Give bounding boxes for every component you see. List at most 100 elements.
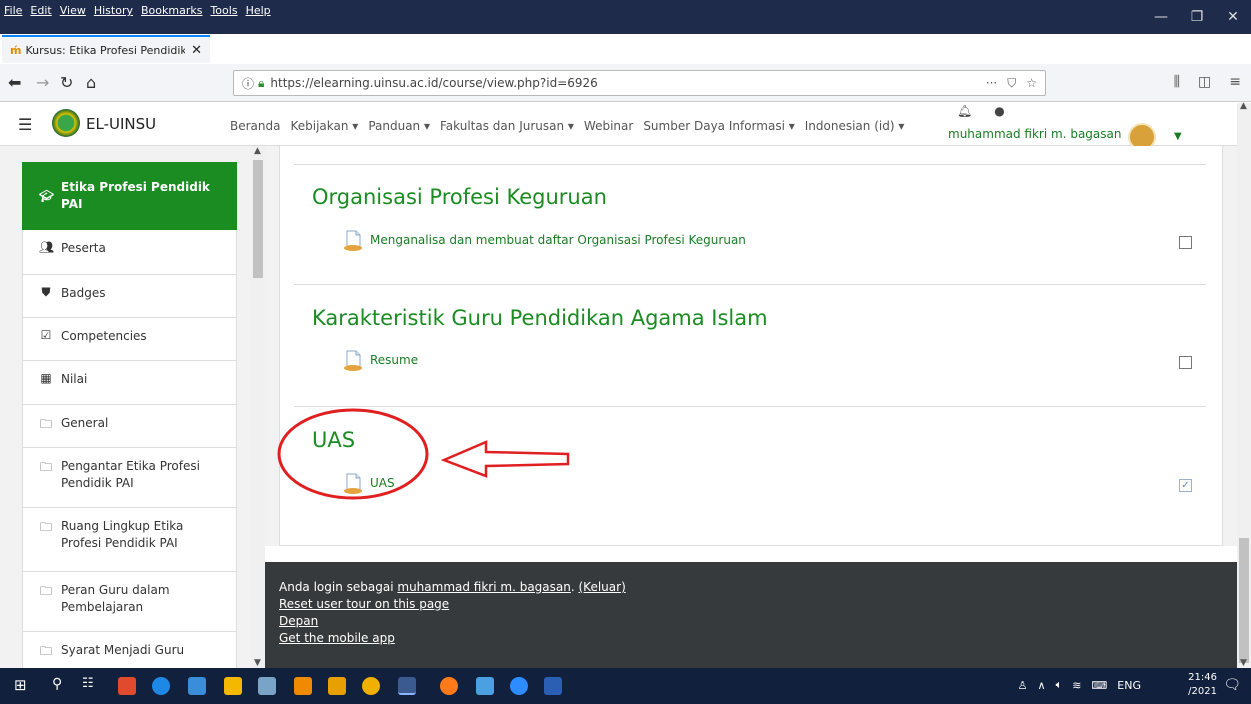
sidebar-toggle-icon[interactable]: ◫: [1198, 74, 1211, 90]
completion-checkbox-checked[interactable]: ✓: [1179, 479, 1192, 492]
completion-checkbox[interactable]: [1179, 356, 1192, 369]
windows-taskbar: ⊞ ⚲ ☷ ♙ ∧ 🔈︎ ≋ ⌨ ENG 21:46 /2021 🗨: [0, 668, 1251, 704]
language-indicator[interactable]: ENG: [1117, 679, 1141, 692]
close-icon[interactable]: ✕: [1215, 0, 1251, 34]
clock[interactable]: 21:46 /2021: [1188, 671, 1217, 699]
scroll-down-icon[interactable]: ▼: [254, 658, 261, 668]
scroll-down-icon[interactable]: ▼: [1240, 658, 1247, 668]
menu-bookmarks[interactable]: Bookmarks: [141, 4, 202, 17]
menu-language[interactable]: Indonesian (id) ▾: [805, 119, 905, 133]
star-icon[interactable]: ☆: [1026, 76, 1037, 91]
scroll-up-icon[interactable]: ▲: [1240, 101, 1247, 111]
menu-panduan[interactable]: Panduan ▾: [368, 119, 430, 133]
sidebar-item-syarat[interactable]: 🗀 Syarat Menjadi Guru: [22, 632, 237, 668]
user-name[interactable]: muhammad fikri m. bagasan: [948, 127, 1121, 141]
menu-history[interactable]: History: [94, 4, 133, 17]
menu-kebijakan[interactable]: Kebijakan ▾: [290, 119, 358, 133]
task-view-icon[interactable]: ☷: [82, 676, 94, 691]
new-tab-icon[interactable]: +: [218, 36, 233, 57]
menu-beranda[interactable]: Beranda: [230, 119, 280, 133]
sidebar-item-peserta[interactable]: 👥︎ Peserta: [22, 230, 237, 275]
vlc-icon[interactable]: [294, 677, 312, 695]
wifi-icon[interactable]: ≋: [1072, 679, 1081, 692]
tab-close-icon[interactable]: ✕: [191, 43, 202, 58]
firefox-icon[interactable]: [440, 677, 458, 695]
people-icon[interactable]: ♙: [1018, 679, 1028, 692]
browser-tab[interactable]: ḿ Kursus: Etika Profesi Pendidik P ✕: [2, 35, 210, 63]
system-tray: ♙ ∧ 🔈︎ ≋ ⌨ ENG: [1018, 678, 1141, 692]
home-link[interactable]: Depan: [279, 614, 318, 628]
activity-link[interactable]: Resume: [344, 349, 418, 371]
page-scroll-thumb[interactable]: [1239, 538, 1249, 663]
page-scrollbar[interactable]: ▲ ▼: [1237, 101, 1251, 668]
table-icon: ▦: [40, 371, 52, 385]
sidebar-item-pengantar[interactable]: 🗀 Pengantar Etika Profesi Pendidik PAI: [22, 448, 237, 508]
lock-icon: 🔒︎: [258, 75, 265, 90]
sidebar-item-nilai[interactable]: ▦ Nilai: [22, 361, 237, 405]
notification-icon[interactable]: 🗨: [1223, 677, 1241, 693]
menu-sumber-daya[interactable]: Sumber Daya Informasi ▾: [643, 119, 794, 133]
keyboard-icon[interactable]: ⌨: [1091, 679, 1107, 692]
sidebar-item-course[interactable]: 🎓︎ Etika Profesi Pendidik PAI: [22, 162, 237, 230]
logout-link[interactable]: (Keluar): [579, 580, 626, 594]
app-icon-5[interactable]: [258, 677, 276, 695]
file-icon: [344, 230, 362, 251]
sidebar-scrollbar[interactable]: ▲ ▼: [251, 146, 265, 668]
app-icon-8[interactable]: [362, 677, 380, 695]
edge-icon[interactable]: [152, 677, 170, 695]
chat-icon[interactable]: ●: [994, 104, 1004, 118]
menu-file[interactable]: File: [4, 4, 22, 17]
library-icon[interactable]: ⫼: [1174, 74, 1180, 90]
forward-icon[interactable]: →: [36, 73, 49, 92]
menu-help[interactable]: Help: [246, 4, 271, 17]
browser-menu-icon[interactable]: ≡: [1229, 74, 1241, 90]
app-icon-9[interactable]: [398, 677, 416, 695]
search-icon[interactable]: ⚲: [52, 676, 62, 692]
section-karakteristik: Karakteristik Guru Pendidikan Agama Isla…: [294, 286, 1206, 407]
reload-icon[interactable]: ↻: [60, 73, 73, 92]
completion-checkbox[interactable]: [1179, 236, 1192, 249]
chevron-down-icon[interactable]: ▼: [1174, 131, 1182, 142]
more-icon[interactable]: ···: [986, 76, 997, 91]
mobile-app-link[interactable]: Get the mobile app: [279, 631, 395, 645]
scroll-up-icon[interactable]: ▲: [254, 146, 261, 156]
site-logo[interactable]: [52, 109, 80, 137]
url-bar[interactable]: ⓘ 🔒︎ https://elearning.uinsu.ac.id/cours…: [233, 70, 1046, 96]
menu-edit[interactable]: Edit: [30, 4, 51, 17]
back-icon[interactable]: ⬅: [8, 73, 21, 92]
folder-icon: 🗀: [39, 460, 52, 474]
app-icon-11[interactable]: [476, 677, 494, 695]
zoom-icon[interactable]: [510, 677, 528, 695]
menu-webinar[interactable]: Webinar: [584, 119, 633, 133]
sidebar-item-peran-guru[interactable]: 🗀 Peran Guru dalam Pembelajaran: [22, 572, 237, 632]
folder-icon: 🗀: [39, 644, 52, 658]
volume-icon[interactable]: 🔈︎: [1056, 678, 1063, 692]
app-icon-1[interactable]: [118, 677, 136, 695]
pocket-icon[interactable]: ⛉: [1007, 76, 1016, 91]
reset-tour-link[interactable]: Reset user tour on this page: [279, 597, 449, 611]
minimize-icon[interactable]: —: [1143, 0, 1179, 34]
restore-icon[interactable]: ❐: [1179, 0, 1215, 34]
app-icon-3[interactable]: [188, 677, 206, 695]
word-icon[interactable]: [544, 677, 562, 695]
app-icon-7[interactable]: [328, 677, 346, 695]
home-icon[interactable]: ⌂: [86, 73, 96, 92]
bell-icon[interactable]: 🔔︎: [957, 104, 972, 118]
menu-tools[interactable]: Tools: [210, 4, 237, 17]
sidebar-item-ruang-lingkup[interactable]: 🗀 Ruang Lingkup Etika Profesi Pendidik P…: [22, 508, 237, 572]
sidebar-scroll-thumb[interactable]: [253, 160, 263, 278]
info-icon[interactable]: ⓘ: [242, 75, 254, 92]
menu-list: File Edit View History Bookmarks Tools H…: [4, 4, 271, 17]
sidebar-item-badges[interactable]: ⛊ Badges: [22, 275, 237, 318]
site-brand[interactable]: EL-UINSU: [86, 115, 156, 133]
hamburger-icon[interactable]: ☰: [18, 115, 32, 134]
file-explorer-icon[interactable]: [224, 677, 242, 695]
sidebar-item-competencies[interactable]: ☑ Competencies: [22, 318, 237, 361]
menu-view[interactable]: View: [60, 4, 86, 17]
chevron-up-icon[interactable]: ∧: [1038, 679, 1046, 692]
activity-link[interactable]: Menganalisa dan membuat daftar Organisas…: [344, 229, 746, 251]
windows-start-icon[interactable]: ⊞: [14, 676, 27, 694]
menu-fakultas[interactable]: Fakultas dan Jurusan ▾: [440, 119, 574, 133]
profile-link[interactable]: muhammad fikri m. bagasan: [397, 580, 570, 594]
sidebar-item-general[interactable]: 🗀 General: [22, 405, 237, 448]
